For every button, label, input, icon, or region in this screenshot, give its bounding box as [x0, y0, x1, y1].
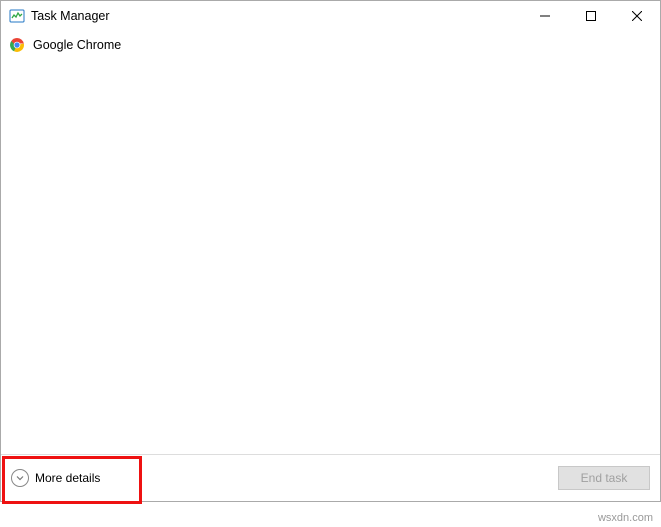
chevron-down-icon	[11, 469, 29, 487]
titlebar: Task Manager	[1, 1, 660, 31]
task-manager-window: Task Manager	[0, 0, 661, 502]
process-name: Google Chrome	[33, 38, 121, 52]
task-manager-icon	[9, 8, 25, 24]
process-list[interactable]: Google Chrome	[1, 31, 660, 454]
minimize-button[interactable]	[522, 1, 568, 31]
close-button[interactable]	[614, 1, 660, 31]
maximize-button[interactable]	[568, 1, 614, 31]
chrome-icon	[9, 37, 25, 53]
window-controls	[522, 1, 660, 31]
watermark: wsxdn.com	[598, 512, 653, 524]
process-row[interactable]: Google Chrome	[9, 34, 652, 56]
more-details-button[interactable]: More details	[7, 465, 108, 491]
window-title: Task Manager	[31, 9, 110, 23]
more-details-label: More details	[35, 471, 100, 485]
end-task-button[interactable]: End task	[558, 466, 650, 490]
footer: More details End task	[1, 454, 660, 501]
